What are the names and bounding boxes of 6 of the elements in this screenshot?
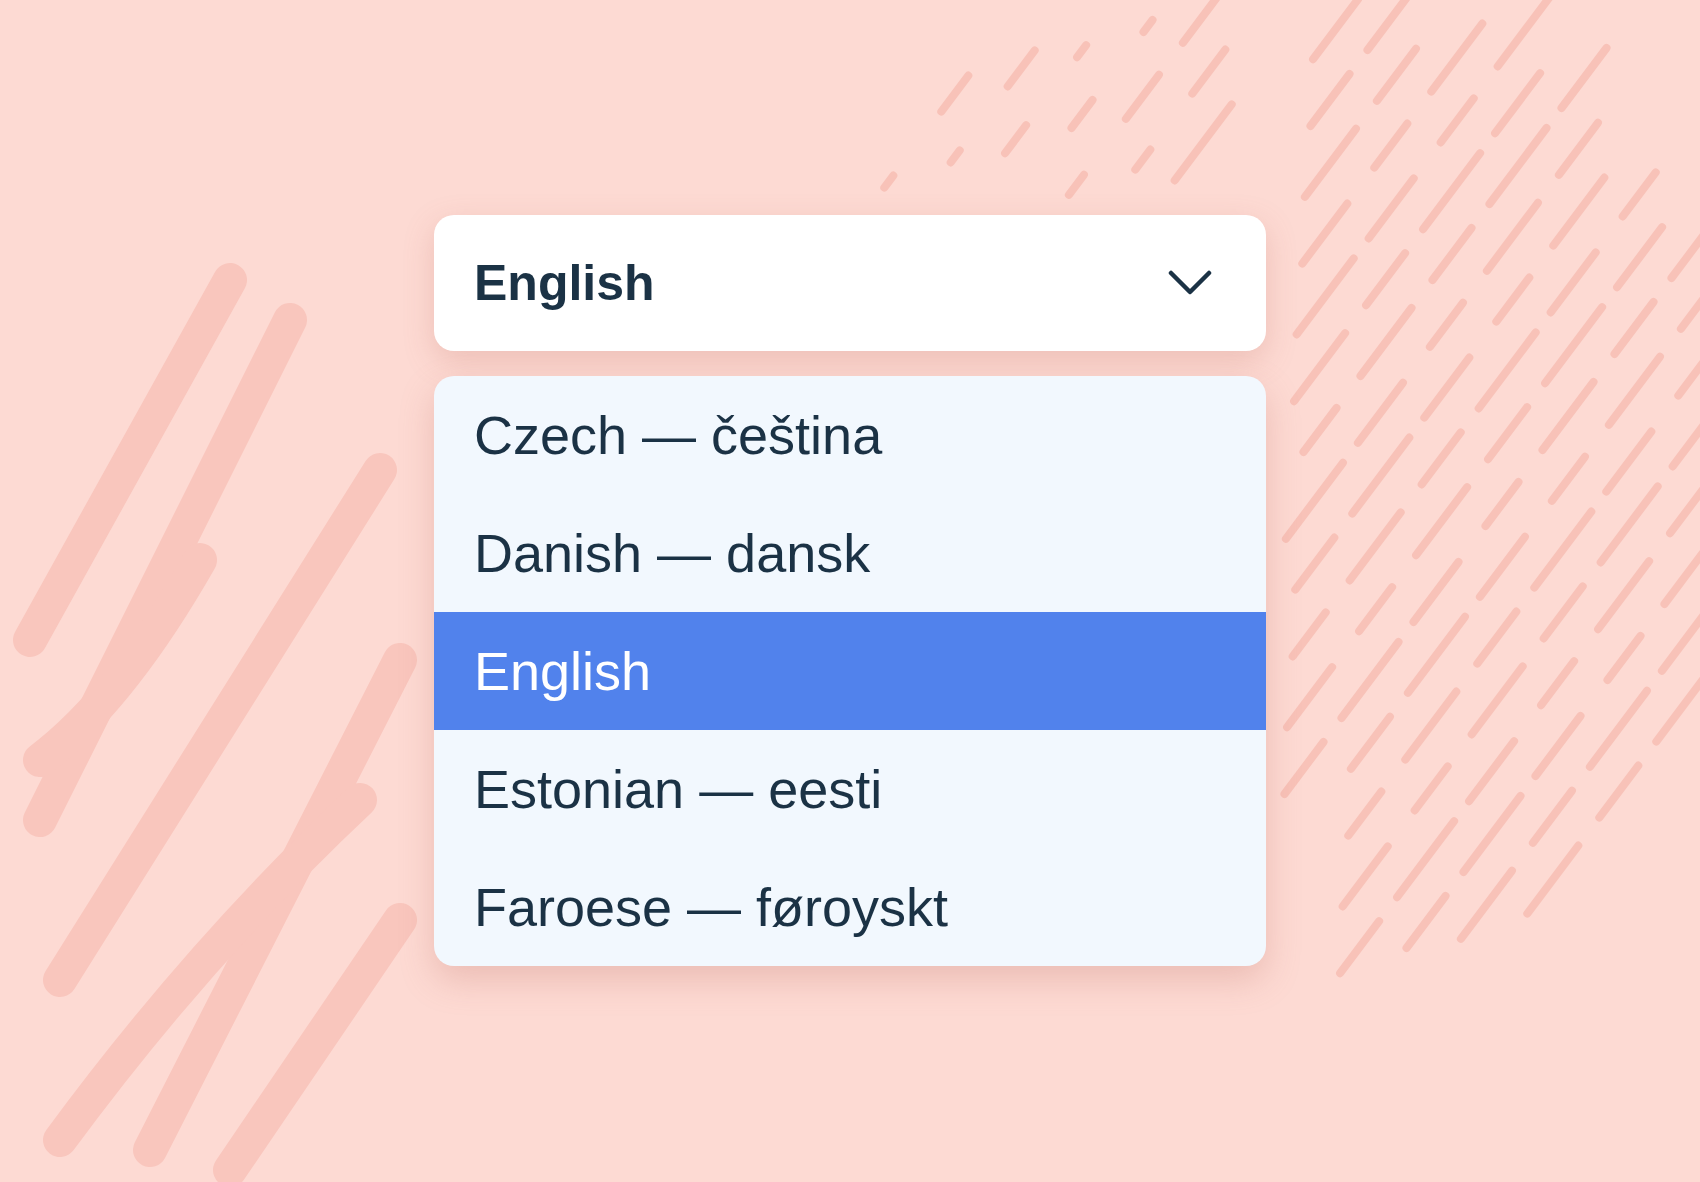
dropdown-option[interactable]: Faroese — føroyskt [434, 848, 1266, 966]
dropdown-option[interactable]: Czech — čeština [434, 376, 1266, 494]
dropdown-option[interactable]: Estonian — eesti [434, 730, 1266, 848]
language-select[interactable]: English [434, 215, 1266, 351]
dropdown-option[interactable]: English [434, 612, 1266, 730]
dropdown-option[interactable]: Danish — dansk [434, 494, 1266, 612]
